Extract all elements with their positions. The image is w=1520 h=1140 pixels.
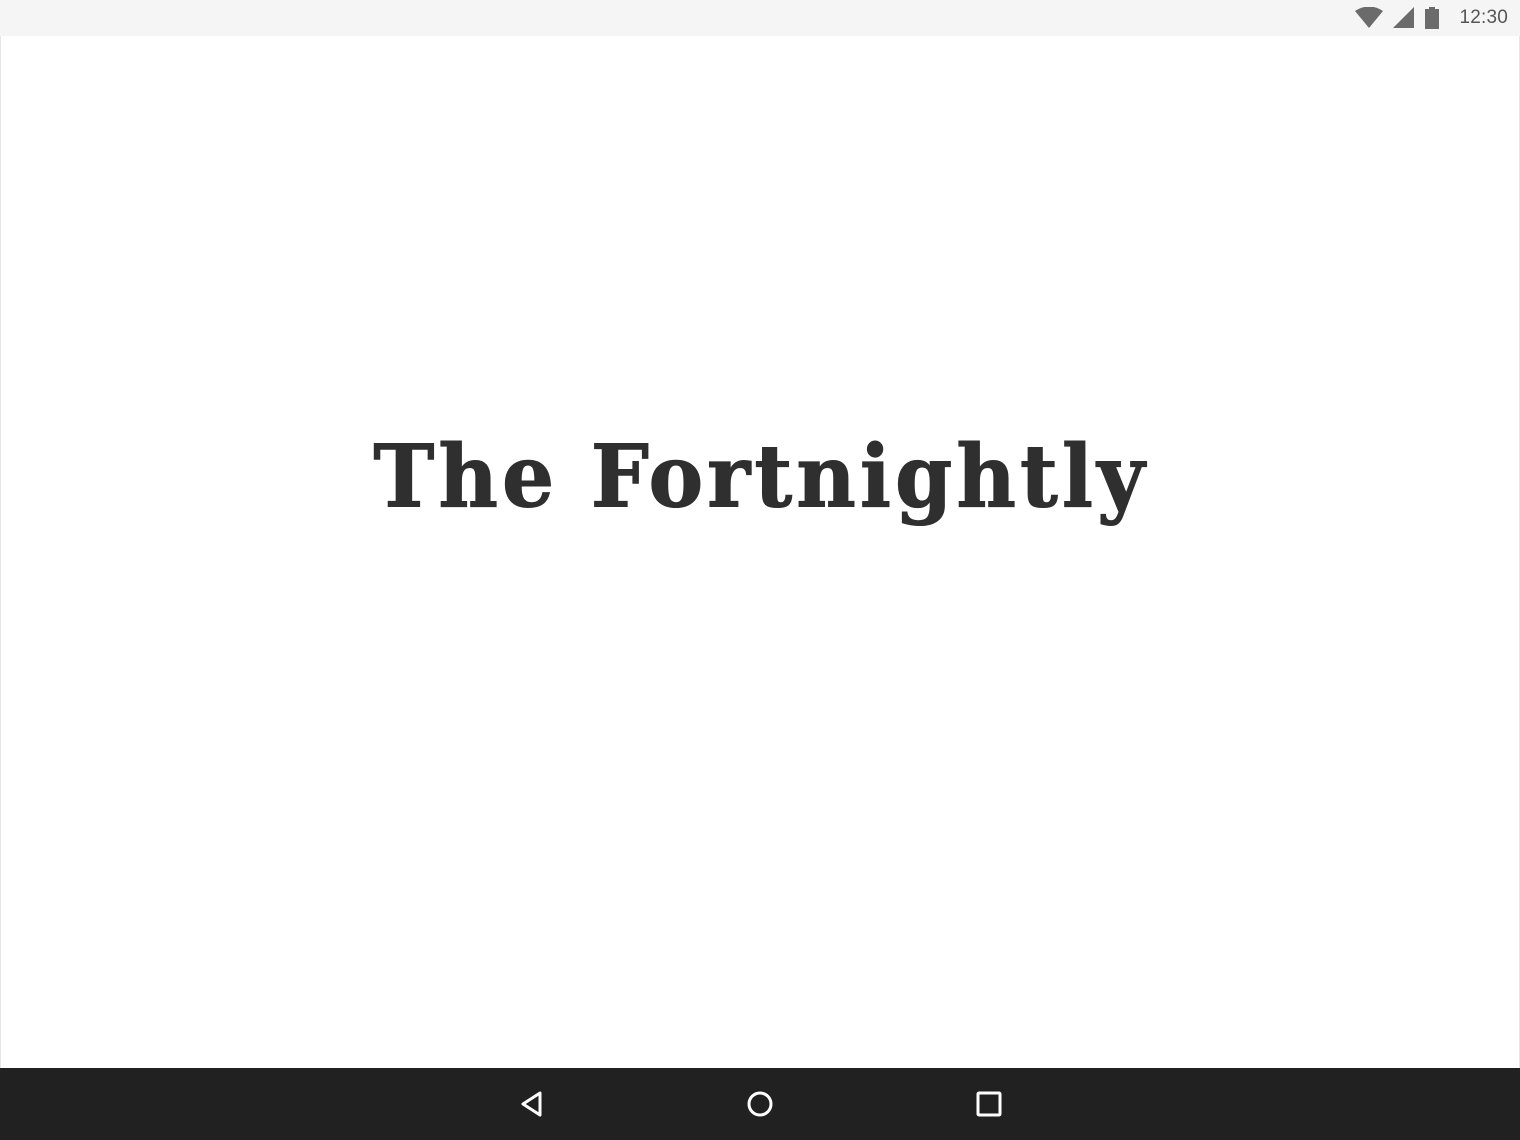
home-button[interactable] — [740, 1084, 780, 1124]
status-bar: 12:30 — [0, 0, 1520, 36]
wifi-icon — [1355, 7, 1384, 29]
status-icons: 12:30 — [1355, 0, 1508, 36]
back-icon — [519, 1090, 545, 1118]
cellular-signal-icon — [1393, 7, 1415, 29]
home-icon — [746, 1090, 774, 1118]
recents-icon — [975, 1090, 1003, 1118]
battery-icon — [1425, 7, 1440, 29]
splash-screen: The Fortnightly — [0, 36, 1520, 1068]
app-logo: The Fortnightly — [373, 426, 1149, 528]
navigation-bar — [0, 1068, 1520, 1140]
recents-button[interactable] — [969, 1084, 1009, 1124]
back-button[interactable] — [512, 1084, 552, 1124]
status-clock: 12:30 — [1459, 7, 1508, 28]
